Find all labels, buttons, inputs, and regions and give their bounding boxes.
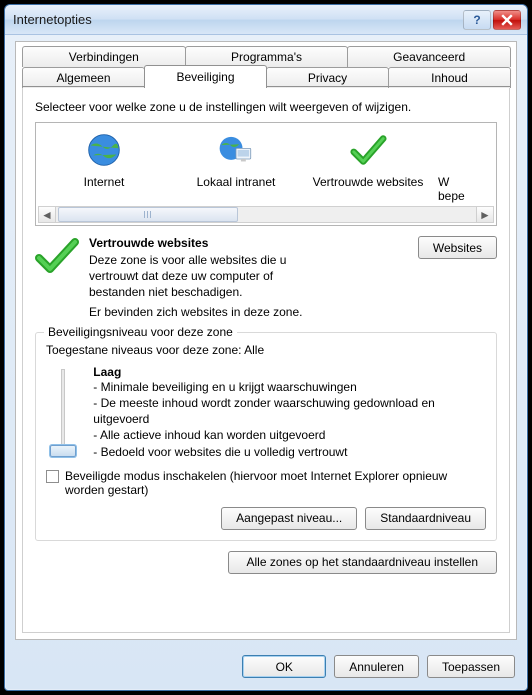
selected-zone-icon: [35, 236, 79, 279]
selected-zone-title: Vertrouwde websites: [89, 236, 408, 250]
tab-beveiliging[interactable]: Beveiliging: [144, 65, 267, 88]
selected-zone-note: Er bevinden zich websites in deze zone.: [89, 304, 408, 320]
security-page: Selecteer voor welke zone u de instellin…: [22, 88, 510, 633]
zone-scrollbar[interactable]: ◄ ►: [38, 206, 494, 223]
zone-vertrouwde-websites[interactable]: Vertrouwde websites: [302, 129, 434, 207]
default-level-button[interactable]: Standaardniveau: [365, 507, 486, 530]
globe-monitor-icon: [217, 131, 255, 169]
reset-all-zones-button[interactable]: Alle zones op het standaardniveau instel…: [228, 551, 498, 574]
close-icon: [501, 14, 513, 26]
scroll-left-button[interactable]: ◄: [39, 207, 56, 222]
help-button[interactable]: ?: [463, 10, 491, 30]
tab-verbindingen[interactable]: Verbindingen: [22, 46, 186, 67]
tab-inhoud[interactable]: Inhoud: [388, 67, 511, 88]
tab-programmas[interactable]: Programma's: [185, 46, 349, 67]
scroll-right-button[interactable]: ►: [476, 207, 493, 222]
tab-privacy[interactable]: Privacy: [266, 67, 389, 88]
slider-thumb[interactable]: [50, 445, 76, 457]
security-level-slider[interactable]: [46, 365, 79, 461]
zone-beperkte-toegang[interactable]: W bepe: [434, 129, 482, 207]
sites-button[interactable]: Websites: [418, 236, 497, 259]
command-buttons: OK Annuleren Toepassen: [242, 655, 515, 678]
zone-instruction: Selecteer voor welke zone u de instellin…: [35, 100, 497, 114]
group-legend: Beveiligingsniveau voor deze zone: [44, 325, 237, 339]
restricted-icon: [438, 131, 458, 169]
selected-zone-desc: Deze zone is voor alle websites die u ve…: [89, 252, 329, 301]
window-title: Internetopties: [13, 12, 463, 27]
apply-button[interactable]: Toepassen: [427, 655, 515, 678]
tab-algemeen[interactable]: Algemeen: [22, 67, 145, 88]
dialog-window: Internetopties ? Verbindingen Programma'…: [4, 4, 528, 691]
protected-mode-checkbox[interactable]: [46, 470, 59, 483]
zone-list[interactable]: Internet Lokaal intranet: [35, 122, 497, 226]
zone-internet[interactable]: Internet: [38, 129, 170, 207]
level-name: Laag: [93, 365, 486, 379]
tab-geavanceerd[interactable]: Geavanceerd: [347, 46, 511, 67]
zone-lokaal-intranet[interactable]: Lokaal intranet: [170, 129, 302, 207]
cancel-button[interactable]: Annuleren: [334, 655, 419, 678]
allowed-levels-label: Toegestane niveaus voor deze zone: Alle: [46, 343, 486, 357]
security-level-group: Beveiligingsniveau voor deze zone Toeges…: [35, 332, 497, 541]
level-description: Laag - Minimale beveiliging en u krijgt …: [93, 365, 486, 460]
tab-strip: Verbindingen Programma's Geavanceerd Alg…: [16, 42, 516, 88]
titlebar[interactable]: Internetopties ?: [5, 5, 527, 35]
scroll-thumb[interactable]: [58, 207, 238, 222]
client-area: Verbindingen Programma's Geavanceerd Alg…: [15, 41, 517, 640]
check-icon: [349, 131, 387, 169]
protected-mode-label: Beveiligde modus inschakelen (hiervoor m…: [65, 469, 455, 497]
ok-button[interactable]: OK: [242, 655, 326, 678]
close-button[interactable]: [493, 10, 521, 30]
custom-level-button[interactable]: Aangepast niveau...: [221, 507, 357, 530]
globe-icon: [85, 131, 123, 169]
